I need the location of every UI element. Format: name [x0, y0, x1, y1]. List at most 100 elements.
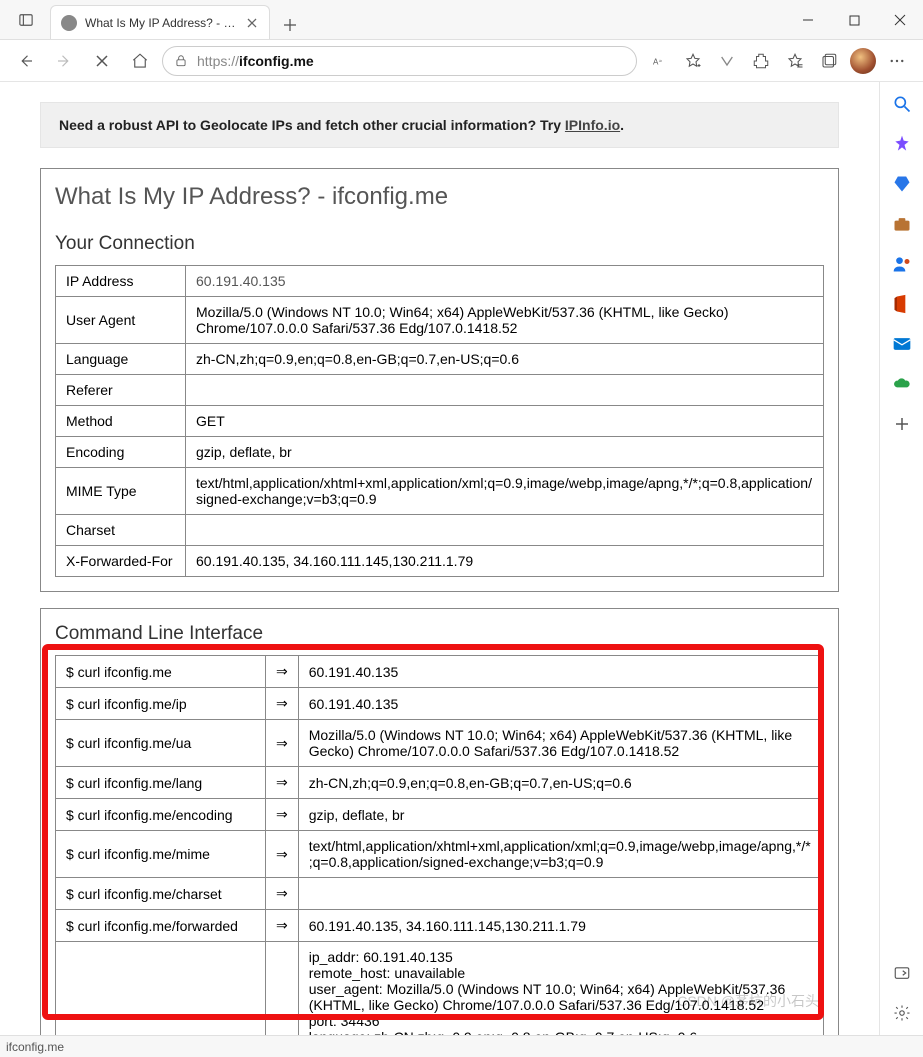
cli-output: gzip, deflate, br — [298, 799, 823, 831]
close-tab-icon[interactable] — [245, 16, 259, 30]
read-aloud-button[interactable]: A» — [643, 45, 675, 77]
tab-actions-icon[interactable] — [10, 4, 42, 36]
url-scheme: https:// — [197, 53, 239, 69]
sidebar-office-icon[interactable] — [888, 290, 916, 318]
banner-text: Need a robust API to Geolocate IPs and f… — [59, 117, 565, 133]
sidebar-search-icon[interactable] — [888, 90, 916, 118]
sidebar-collapse-icon[interactable] — [888, 959, 916, 987]
banner-suffix: . — [620, 117, 624, 133]
address-url: https://ifconfig.me — [197, 53, 626, 69]
table-row: MethodGET — [56, 406, 824, 437]
arrow-icon — [266, 942, 299, 1036]
sidebar-tools-icon[interactable] — [888, 210, 916, 238]
conn-value: GET — [186, 406, 824, 437]
cli-command — [56, 942, 266, 1036]
conn-key: Charset — [56, 515, 186, 546]
window-minimize-button[interactable] — [785, 0, 831, 40]
table-row: X-Forwarded-For60.191.40.135, 34.160.111… — [56, 546, 824, 577]
page-viewport[interactable]: Need a robust API to Geolocate IPs and f… — [0, 82, 879, 1035]
arrow-icon: ⇒ — [266, 910, 299, 942]
nav-forward-button[interactable] — [48, 45, 80, 77]
cli-output: Mozilla/5.0 (Windows NT 10.0; Win64; x64… — [298, 720, 823, 767]
conn-value: 60.191.40.135 — [186, 266, 824, 297]
svg-text:A: A — [653, 57, 659, 66]
info-banner: Need a robust API to Geolocate IPs and f… — [40, 102, 839, 148]
sidebar-shopping-icon[interactable] — [888, 170, 916, 198]
conn-key: Language — [56, 344, 186, 375]
arrow-icon: ⇒ — [266, 720, 299, 767]
status-text: ifconfig.me — [6, 1040, 64, 1054]
status-bar: ifconfig.me — [0, 1035, 923, 1057]
conn-value: gzip, deflate, br — [186, 437, 824, 468]
nav-back-button[interactable] — [10, 45, 42, 77]
cli-output: text/html,application/xhtml+xml,applicat… — [298, 831, 823, 878]
svg-text:»: » — [659, 58, 662, 64]
cli-command: $ curl ifconfig.me/ip — [56, 688, 266, 720]
arrow-icon: ⇒ — [266, 688, 299, 720]
conn-value: 60.191.40.135, 34.160.111.145,130.211.1.… — [186, 546, 824, 577]
new-tab-button[interactable] — [276, 11, 304, 39]
cli-command: $ curl ifconfig.me/charset — [56, 878, 266, 910]
connection-card: What Is My IP Address? - ifconfig.me You… — [40, 168, 839, 592]
table-row: $ curl ifconfig.me/ip⇒60.191.40.135 — [56, 688, 824, 720]
favorites-button[interactable] — [677, 45, 709, 77]
table-row: User AgentMozilla/5.0 (Windows NT 10.0; … — [56, 297, 824, 344]
arrow-icon: ⇒ — [266, 767, 299, 799]
sidebar-people-icon[interactable] — [888, 250, 916, 278]
cli-card: Command Line Interface $ curl ifconfig.m… — [40, 608, 839, 1035]
connection-table: IP Address60.191.40.135User AgentMozilla… — [55, 265, 824, 577]
cli-command: $ curl ifconfig.me/forwarded — [56, 910, 266, 942]
table-row: $ curl ifconfig.me/mime⇒text/html,applic… — [56, 831, 824, 878]
arrow-icon: ⇒ — [266, 799, 299, 831]
table-row: $ curl ifconfig.me/forwarded⇒60.191.40.1… — [56, 910, 824, 942]
vpn-button[interactable] — [711, 45, 743, 77]
window-close-button[interactable] — [877, 0, 923, 40]
arrow-icon: ⇒ — [266, 656, 299, 688]
table-row: Referer — [56, 375, 824, 406]
banner-link[interactable]: IPInfo.io — [565, 117, 620, 133]
table-row: $ curl ifconfig.me/ua⇒Mozilla/5.0 (Windo… — [56, 720, 824, 767]
sidebar-add-icon[interactable] — [888, 410, 916, 438]
avatar-icon — [850, 48, 876, 74]
table-row: $ curl ifconfig.me/encoding⇒gzip, deflat… — [56, 799, 824, 831]
cli-command: $ curl ifconfig.me/lang — [56, 767, 266, 799]
cli-table: $ curl ifconfig.me⇒60.191.40.135$ curl i… — [55, 655, 824, 1035]
tab-favicon — [61, 15, 77, 31]
window-maximize-button[interactable] — [831, 0, 877, 40]
conn-value: Mozilla/5.0 (Windows NT 10.0; Win64; x64… — [186, 297, 824, 344]
sidebar-discover-icon[interactable] — [888, 130, 916, 158]
cli-output: 60.191.40.135 — [298, 688, 823, 720]
cli-output: 60.191.40.135 — [298, 656, 823, 688]
conn-key: X-Forwarded-For — [56, 546, 186, 577]
browser-tab[interactable]: What Is My IP Address? - ifconfig — [50, 5, 270, 39]
conn-key: MIME Type — [56, 468, 186, 515]
table-row: MIME Typetext/html,application/xhtml+xml… — [56, 468, 824, 515]
conn-key: Method — [56, 406, 186, 437]
cli-command: $ curl ifconfig.me — [56, 656, 266, 688]
sidebar-settings-icon[interactable] — [888, 999, 916, 1027]
table-row: Encodinggzip, deflate, br — [56, 437, 824, 468]
favorites-list-button[interactable] — [779, 45, 811, 77]
sidebar-onedrive-icon[interactable] — [888, 370, 916, 398]
extensions-button[interactable] — [745, 45, 777, 77]
profile-button[interactable] — [847, 45, 879, 77]
sidebar-outlook-icon[interactable] — [888, 330, 916, 358]
conn-value: zh-CN,zh;q=0.9,en;q=0.8,en-GB;q=0.7,en-U… — [186, 344, 824, 375]
conn-key: User Agent — [56, 297, 186, 344]
table-row: $ curl ifconfig.me⇒60.191.40.135 — [56, 656, 824, 688]
nav-stop-button[interactable] — [86, 45, 118, 77]
more-menu-button[interactable] — [881, 45, 913, 77]
cli-output: zh-CN,zh;q=0.9,en;q=0.8,en-GB;q=0.7,en-U… — [298, 767, 823, 799]
edge-sidebar — [879, 82, 923, 1035]
cli-output — [298, 878, 823, 910]
address-bar[interactable]: https://ifconfig.me — [162, 46, 637, 76]
conn-key: IP Address — [56, 266, 186, 297]
nav-home-button[interactable] — [124, 45, 156, 77]
cli-output: ip_addr: 60.191.40.135 remote_host: unav… — [298, 942, 823, 1036]
arrow-icon: ⇒ — [266, 831, 299, 878]
table-row: Charset — [56, 515, 824, 546]
cli-command: $ curl ifconfig.me/encoding — [56, 799, 266, 831]
conn-key: Referer — [56, 375, 186, 406]
cli-output: 60.191.40.135, 34.160.111.145,130.211.1.… — [298, 910, 823, 942]
collections-button[interactable] — [813, 45, 845, 77]
